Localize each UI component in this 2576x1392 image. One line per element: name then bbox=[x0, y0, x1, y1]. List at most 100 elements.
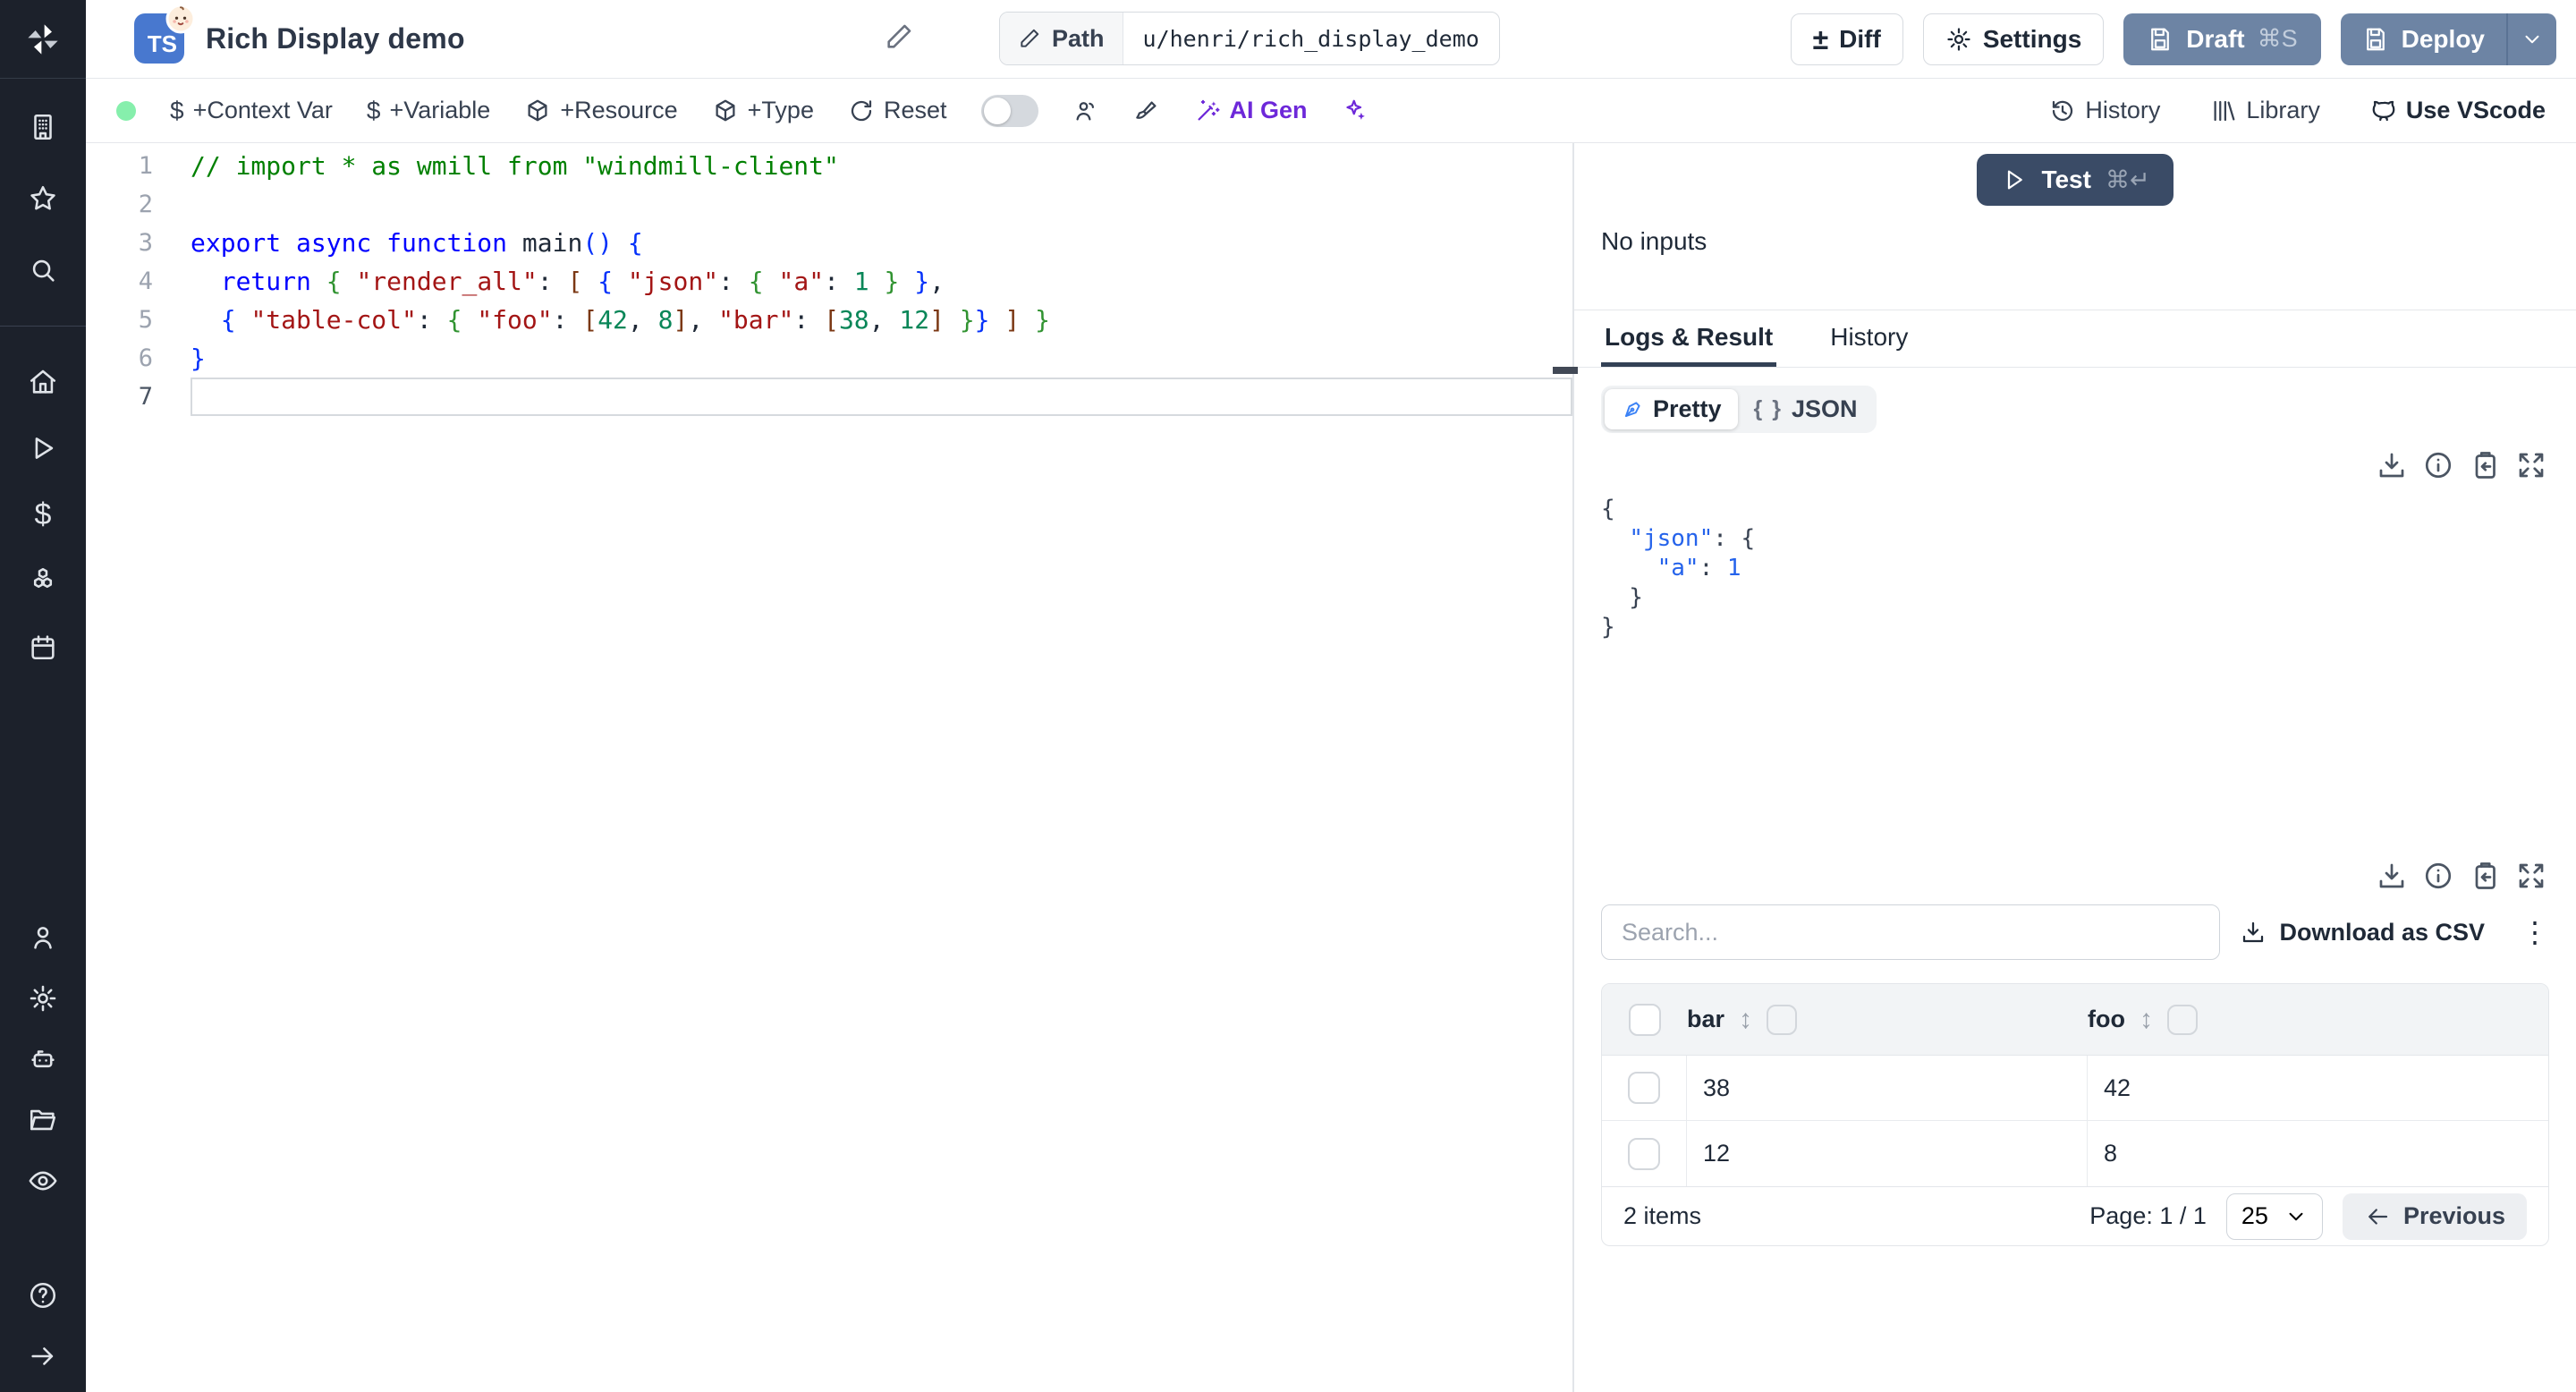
sidebar-item-workers[interactable] bbox=[16, 1036, 70, 1082]
table-info-button[interactable] bbox=[2422, 860, 2454, 892]
edit-summary-button[interactable] bbox=[884, 21, 914, 55]
sidebar-item-folders[interactable] bbox=[16, 1097, 70, 1143]
page-size-select[interactable]: 25 bbox=[2225, 1193, 2323, 1240]
download-result-button[interactable] bbox=[2376, 449, 2408, 481]
diff-button[interactable]: ± Diff bbox=[1790, 13, 1903, 65]
sidebar-group-admin bbox=[16, 914, 70, 1204]
result-tabbar: Logs & Result History bbox=[1574, 310, 2576, 368]
code-line-2[interactable]: 2 bbox=[86, 185, 1572, 224]
expand-icon bbox=[2519, 863, 2544, 888]
draft-button[interactable]: Draft ⌘S bbox=[2123, 13, 2321, 65]
download-table-button[interactable] bbox=[2376, 860, 2408, 892]
sidebar-expand-button[interactable] bbox=[16, 1333, 70, 1379]
multiplayer-button[interactable] bbox=[1072, 98, 1099, 124]
table-body: 38 42 12 8 bbox=[1602, 1056, 2548, 1186]
search-input[interactable] bbox=[1601, 904, 2220, 960]
add-variable-button[interactable]: $ +Variable bbox=[367, 97, 490, 124]
play-outline-icon bbox=[2008, 170, 2023, 190]
path-chip[interactable]: Path u/henri/rich_display_demo bbox=[999, 12, 1500, 65]
copy-result-button[interactable] bbox=[2469, 449, 2501, 481]
box-icon bbox=[528, 99, 547, 121]
tab-logs-result[interactable]: Logs & Result bbox=[1601, 310, 1777, 367]
clipboard-copy-icon bbox=[2475, 862, 2496, 889]
result-json-view: { "json": { "a": 1 }} bbox=[1601, 496, 2549, 643]
ai-sparkle-button[interactable] bbox=[1342, 98, 1368, 124]
sidebar-item-users[interactable] bbox=[16, 914, 70, 961]
sidebar-item-schedules[interactable] bbox=[16, 624, 70, 670]
copy-table-button[interactable] bbox=[2469, 860, 2501, 892]
expand-icon bbox=[2519, 453, 2544, 478]
chevron-down-icon bbox=[2525, 35, 2539, 43]
sidebar-item-favorites[interactable] bbox=[16, 175, 70, 222]
result-info-button[interactable] bbox=[2422, 449, 2454, 481]
table-header-foo: foo ↕ bbox=[2088, 1004, 2548, 1035]
test-button[interactable]: Test ⌘↵ bbox=[1977, 154, 2174, 206]
sidebar-item-workspace[interactable] bbox=[16, 104, 70, 150]
code-line-1[interactable]: 1 // import * as wmill from "windmill-cli… bbox=[86, 147, 1572, 185]
add-context-var-button[interactable]: $ +Context Var bbox=[170, 97, 333, 124]
row-checkbox[interactable] bbox=[1628, 1137, 1660, 1170]
line-number: 5 bbox=[138, 306, 153, 334]
code-line-3[interactable]: 3 export async function main() { bbox=[86, 224, 1572, 262]
use-vscode-button[interactable]: Use VScode bbox=[2370, 97, 2546, 124]
format-code-button[interactable] bbox=[1133, 98, 1160, 124]
expand-table-button[interactable] bbox=[2515, 860, 2547, 892]
sidebar-item-runs[interactable] bbox=[16, 425, 70, 471]
row-checkbox-cell bbox=[1602, 1121, 1687, 1186]
add-context-var-label: +Context Var bbox=[192, 97, 333, 123]
no-inputs-text: No inputs bbox=[1601, 227, 1707, 255]
code-line-5[interactable]: 5 { "table-col": { "foo": [42, 8], "bar"… bbox=[86, 301, 1572, 339]
sidebar-item-audit-logs[interactable] bbox=[16, 1158, 70, 1204]
robot-icon bbox=[31, 1050, 55, 1068]
sort-icon[interactable]: ↕ bbox=[1739, 1005, 1752, 1035]
sort-icon[interactable]: ↕ bbox=[2140, 1005, 2153, 1035]
sidebar-item-variables[interactable]: $ bbox=[16, 491, 70, 538]
panel-resize-divider[interactable] bbox=[1553, 143, 1578, 1392]
row-checkbox[interactable] bbox=[1628, 1072, 1660, 1104]
cat-icon bbox=[2372, 100, 2395, 121]
result-json-line: "a": 1 bbox=[1657, 555, 1741, 581]
deploy-menu-button[interactable] bbox=[2506, 13, 2556, 65]
history-button[interactable]: History bbox=[2049, 97, 2160, 124]
table-menu-button[interactable]: ⋮ bbox=[2521, 918, 2549, 946]
toggle-switch[interactable] bbox=[980, 94, 1038, 127]
windmill-logo[interactable] bbox=[0, 0, 86, 79]
deploy-button[interactable]: Deploy bbox=[2340, 13, 2506, 65]
download-icon bbox=[2379, 453, 2404, 478]
code-lines: 1 // import * as wmill from "windmill-cli… bbox=[86, 147, 1572, 416]
previous-page-button[interactable]: Previous bbox=[2342, 1193, 2527, 1240]
sidebar-item-settings[interactable] bbox=[16, 975, 70, 1022]
app-root: $ TS Rich Display demo Path u/henri/rich… bbox=[0, 0, 2576, 1392]
code-editor[interactable]: 1 // import * as wmill from "windmill-cli… bbox=[86, 143, 1572, 1392]
editor-toolbar: $ +Context Var $ +Variable +Resource +Ty… bbox=[86, 79, 2576, 143]
reset-button[interactable]: Reset bbox=[848, 97, 947, 124]
expand-result-button[interactable] bbox=[2515, 449, 2547, 481]
eye-icon bbox=[29, 1171, 57, 1191]
pretty-label: Pretty bbox=[1653, 395, 1722, 422]
code-line-7[interactable]: 7 bbox=[86, 378, 1572, 416]
json-view-button[interactable]: { } JSON bbox=[1738, 389, 1874, 429]
settings-button[interactable]: Settings bbox=[1922, 13, 2105, 65]
sidebar-item-home[interactable] bbox=[16, 359, 70, 405]
add-type-button[interactable]: +Type bbox=[712, 97, 814, 124]
sidebar-item-help[interactable] bbox=[16, 1272, 70, 1319]
code-line-6[interactable]: 6} bbox=[86, 339, 1572, 378]
search-icon bbox=[32, 259, 55, 282]
sidebar-item-resources[interactable] bbox=[16, 557, 70, 604]
download-csv-button[interactable]: Download as CSV bbox=[2240, 919, 2485, 946]
select-all-checkbox[interactable] bbox=[1628, 1003, 1661, 1036]
cell-bar: 12 bbox=[1687, 1121, 2088, 1186]
add-variable-label: +Variable bbox=[389, 97, 491, 123]
content-split: 1 // import * as wmill from "windmill-cli… bbox=[86, 143, 2576, 1392]
column-toggle-foo[interactable] bbox=[2166, 1004, 2198, 1035]
pretty-view-button[interactable]: Pretty bbox=[1605, 389, 1738, 429]
sidebar-item-search[interactable] bbox=[16, 247, 70, 293]
library-button[interactable]: Library bbox=[2210, 97, 2320, 124]
code-line-4[interactable]: 4 return { "render_all": [ { "json": { "… bbox=[86, 262, 1572, 301]
ai-gen-button[interactable]: AI Gen bbox=[1194, 97, 1308, 124]
column-toggle-bar[interactable] bbox=[1767, 1004, 1798, 1035]
right-panel: Test ⌘↵ No inputs Logs & Result History bbox=[1574, 143, 2576, 1392]
divider-drag-handle[interactable] bbox=[1553, 367, 1578, 374]
add-resource-button[interactable]: +Resource bbox=[524, 97, 678, 124]
tab-history[interactable]: History bbox=[1826, 310, 1911, 367]
